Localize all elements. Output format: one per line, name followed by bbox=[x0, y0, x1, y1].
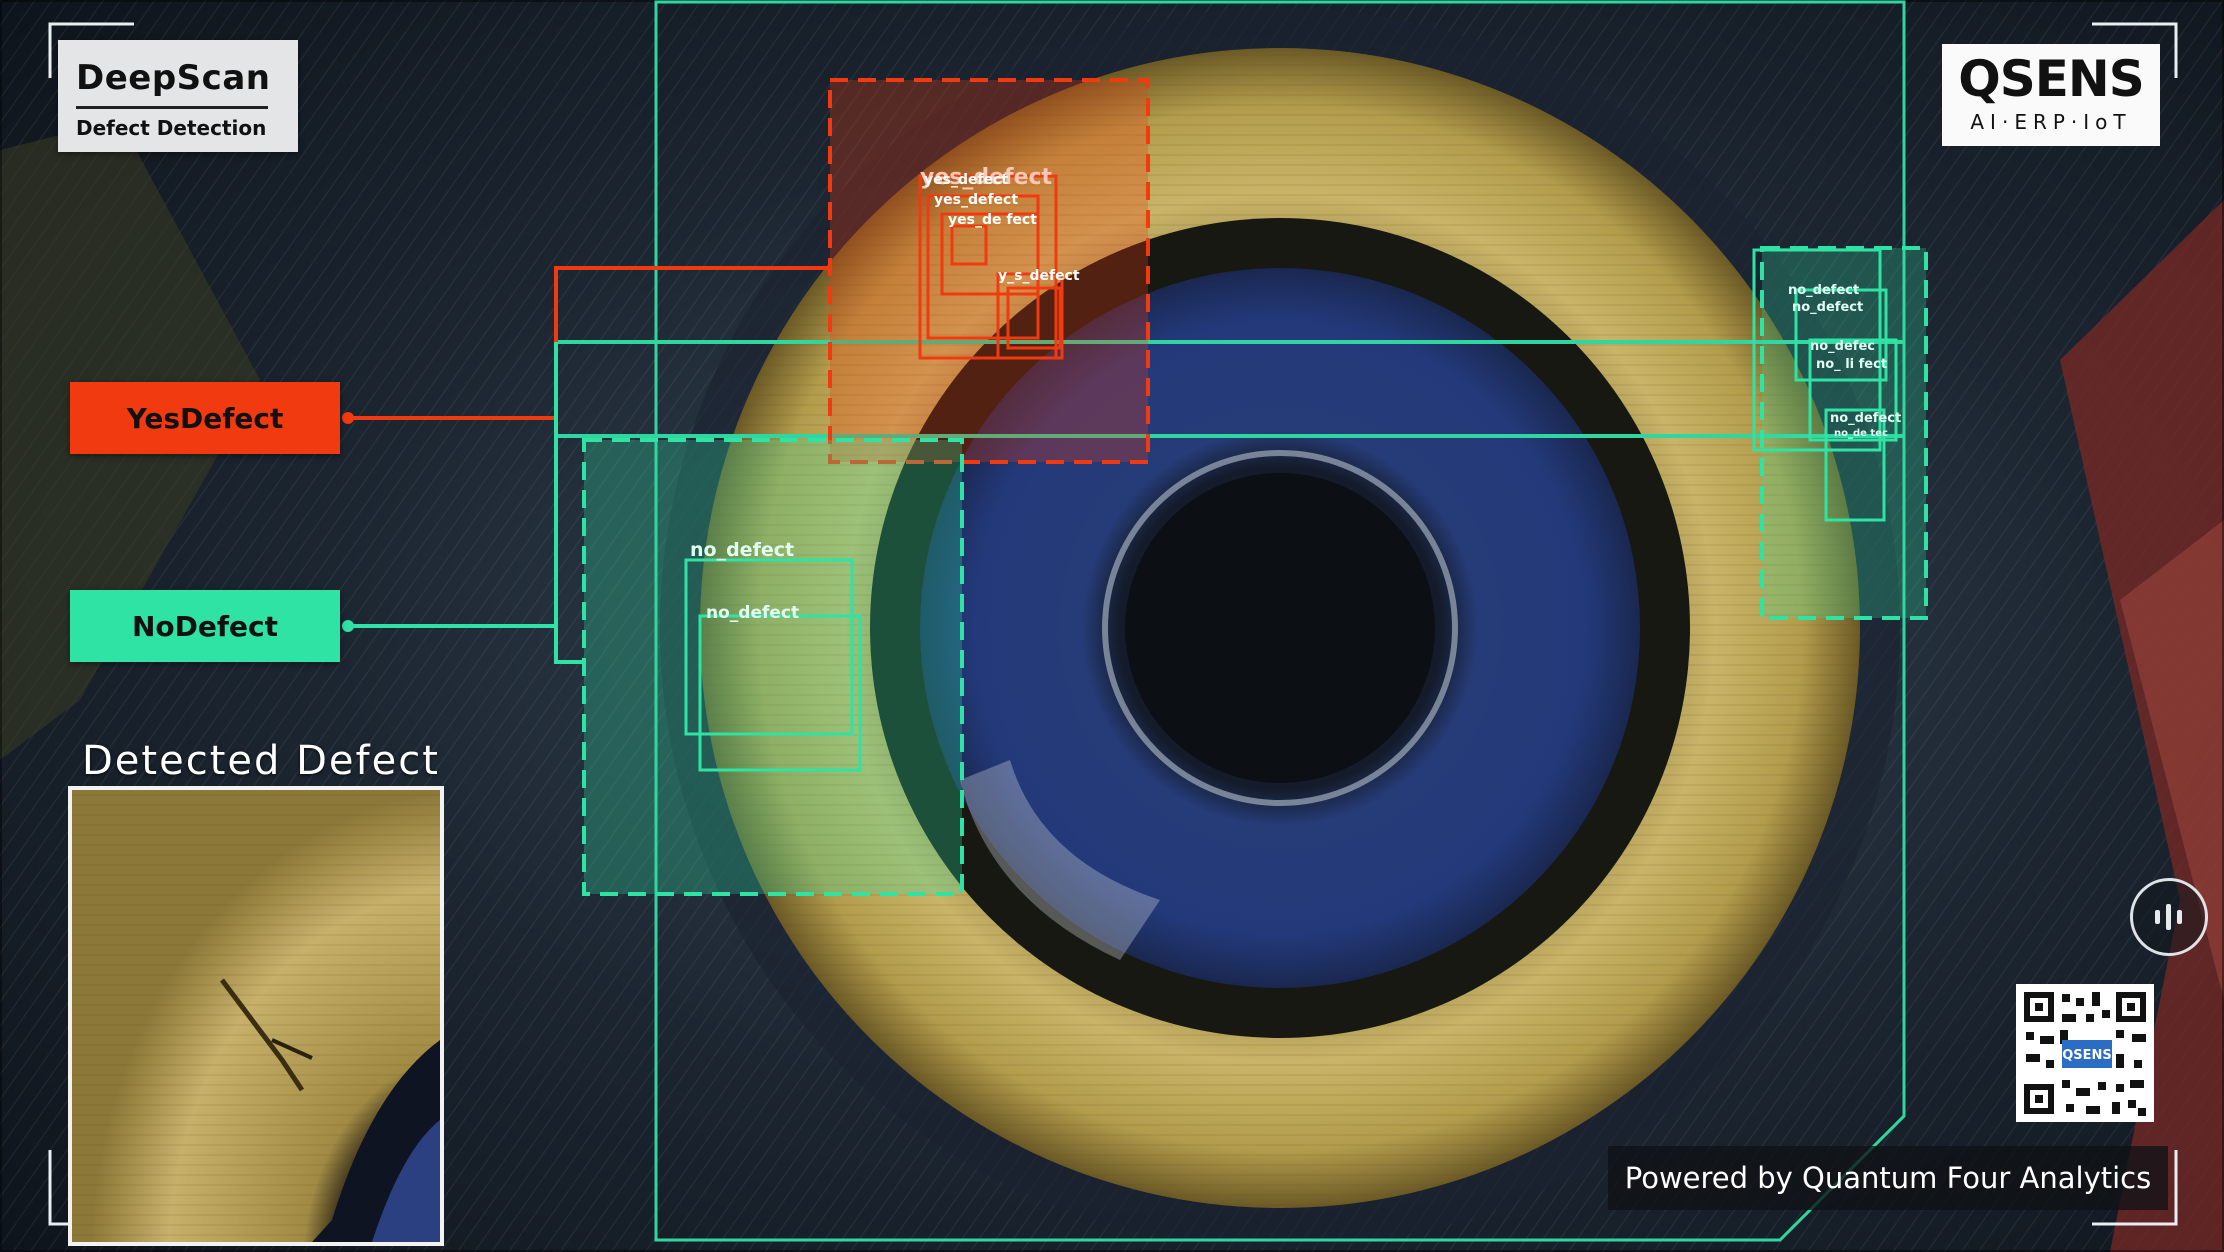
brand-divider bbox=[76, 106, 268, 109]
pause-button[interactable] bbox=[2130, 878, 2208, 956]
yes-tag-4: yes_de fect bbox=[948, 212, 1037, 228]
yes-tag-5: y_s_defect bbox=[998, 268, 1080, 284]
logo-name: QSENS bbox=[1958, 50, 2145, 108]
no-tag-right-6: no_de tec bbox=[1834, 428, 1888, 439]
brand-subtitle: Defect Detection bbox=[76, 116, 267, 140]
qr-logo-text: QSENS bbox=[2062, 1048, 2112, 1063]
no-defect-region-left bbox=[582, 438, 964, 896]
brand-box: DeepScan Defect Detection bbox=[58, 40, 298, 152]
company-logo: QSENS AI·ERP·IoT bbox=[1942, 44, 2160, 146]
no-tag-right-5: no_defect bbox=[1830, 411, 1901, 426]
detected-defect-title: Detected Defect bbox=[82, 738, 440, 784]
yes-tag-2: yes_defect bbox=[924, 172, 1008, 188]
brand-title: DeepScan bbox=[76, 58, 271, 98]
no-defect-legend-button[interactable]: NoDefect bbox=[70, 590, 340, 662]
logo-tagline: AI·ERP·IoT bbox=[1970, 110, 2132, 134]
yes-tag-3: yes_defect bbox=[934, 192, 1018, 208]
no-tag-left-2: no_defect bbox=[706, 603, 799, 623]
no-tag-right-1: no_defect bbox=[1788, 283, 1859, 298]
no-tag-right-3: no_defec bbox=[1810, 339, 1875, 354]
pause-icon bbox=[2155, 904, 2182, 930]
detected-defect-thumbnail bbox=[68, 786, 444, 1246]
no-tag-right-4: no_ li fect bbox=[1816, 357, 1887, 372]
yes-defect-legend-button[interactable]: YesDefect bbox=[70, 382, 340, 454]
yes-defect-region bbox=[828, 78, 1150, 464]
no-tag-right-2: no_defect bbox=[1792, 300, 1863, 315]
powered-by-caption: Powered by Quantum Four Analytics bbox=[1608, 1146, 2168, 1210]
qr-code: QSENS bbox=[2016, 984, 2154, 1122]
no-tag-left-1: no_defect bbox=[690, 539, 794, 561]
qr-code-icon: QSENS bbox=[2016, 984, 2154, 1122]
